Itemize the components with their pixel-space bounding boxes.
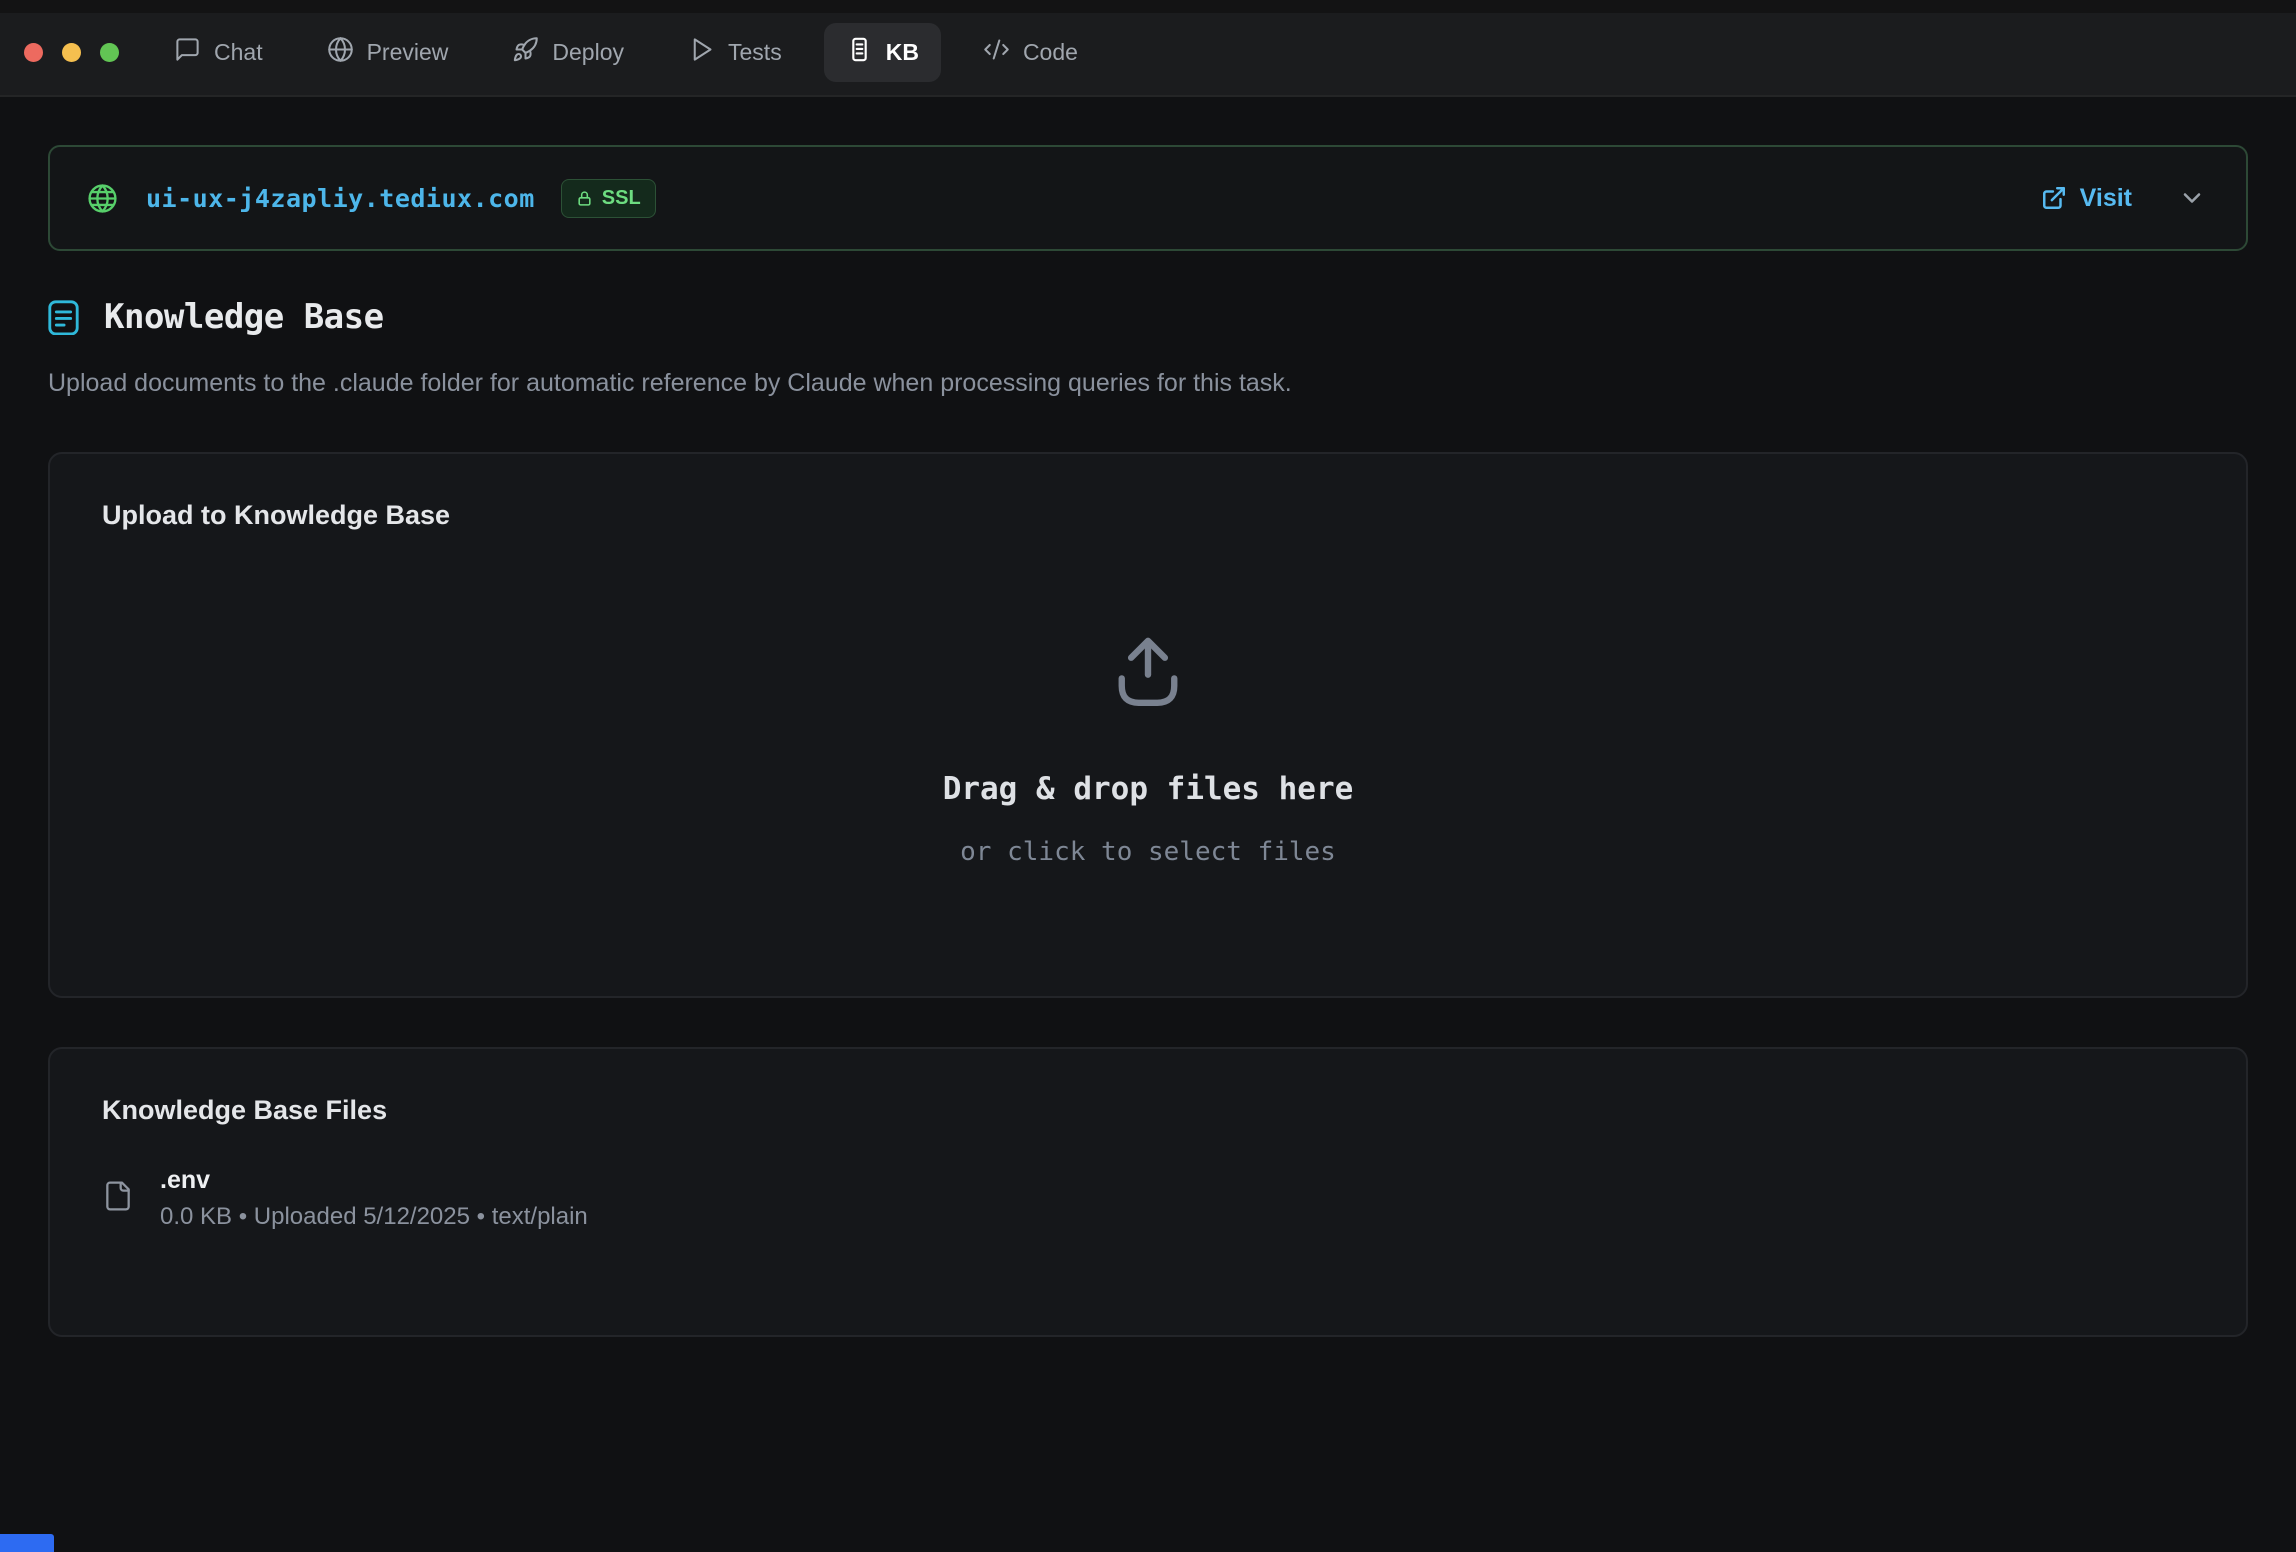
knowledge-base-icon <box>48 300 79 335</box>
external-link-icon <box>2041 185 2067 211</box>
tab-kb[interactable]: KB <box>824 23 941 82</box>
chevron-down-icon[interactable] <box>2178 184 2206 212</box>
globe-icon <box>87 183 118 214</box>
close-window-button[interactable] <box>24 43 43 62</box>
notebook-icon <box>846 36 873 69</box>
tab-label: Preview <box>367 39 449 66</box>
code-icon <box>983 36 1010 69</box>
visit-label: Visit <box>2080 184 2132 213</box>
tab-bar: Chat Preview Deploy Tests KB Code <box>152 13 1100 82</box>
tab-code[interactable]: Code <box>961 23 1100 82</box>
page-subtitle: Upload documents to the .claude folder f… <box>48 369 2248 398</box>
tab-label: Tests <box>728 39 782 66</box>
dropzone-subtitle: or click to select files <box>960 837 1336 867</box>
dropzone[interactable]: Drag & drop files here or click to selec… <box>102 531 2194 950</box>
tab-preview[interactable]: Preview <box>305 23 471 82</box>
dropzone-title: Drag & drop files here <box>943 771 1354 807</box>
tab-chat[interactable]: Chat <box>152 23 285 82</box>
globe-icon <box>327 36 354 69</box>
maximize-window-button[interactable] <box>100 43 119 62</box>
files-card: Knowledge Base Files .env 0.0 KB • Uploa… <box>48 1047 2248 1337</box>
tab-label: Chat <box>214 39 263 66</box>
upload-icon <box>1103 624 1193 719</box>
page-title: Knowledge Base <box>104 297 384 337</box>
minimize-window-button[interactable] <box>62 43 81 62</box>
files-card-title: Knowledge Base Files <box>102 1095 2194 1126</box>
window-controls <box>24 33 119 62</box>
play-icon <box>688 36 715 69</box>
tab-deploy[interactable]: Deploy <box>490 23 646 82</box>
rocket-icon <box>512 36 539 69</box>
file-row[interactable]: .env 0.0 KB • Uploaded 5/12/2025 • text/… <box>102 1166 2194 1231</box>
preview-url-link[interactable]: ui-ux-j4zapliy.tediux.com <box>146 184 535 213</box>
upload-card-title: Upload to Knowledge Base <box>102 500 2194 531</box>
lock-icon <box>576 190 593 207</box>
upload-card: Upload to Knowledge Base Drag & drop fil… <box>48 452 2248 998</box>
file-meta: 0.0 KB • Uploaded 5/12/2025 • text/plain <box>160 1203 588 1231</box>
main-content: ui-ux-j4zapliy.tediux.com SSL Visit Know… <box>0 145 2296 1337</box>
background-window-fragment <box>0 1534 54 1552</box>
tab-label: Deploy <box>552 39 624 66</box>
tab-tests[interactable]: Tests <box>666 23 804 82</box>
tab-label: KB <box>886 39 919 66</box>
ssl-badge: SSL <box>561 179 656 218</box>
preview-url-bar: ui-ux-j4zapliy.tediux.com SSL Visit <box>48 145 2248 251</box>
ssl-label: SSL <box>602 187 641 210</box>
tab-label: Code <box>1023 39 1078 66</box>
file-icon <box>102 1176 134 1221</box>
file-name: .env <box>160 1166 588 1195</box>
chat-bubble-icon <box>174 36 201 69</box>
visit-button[interactable]: Visit <box>2041 184 2132 213</box>
window-titlebar: Chat Preview Deploy Tests KB Code <box>0 0 2296 97</box>
